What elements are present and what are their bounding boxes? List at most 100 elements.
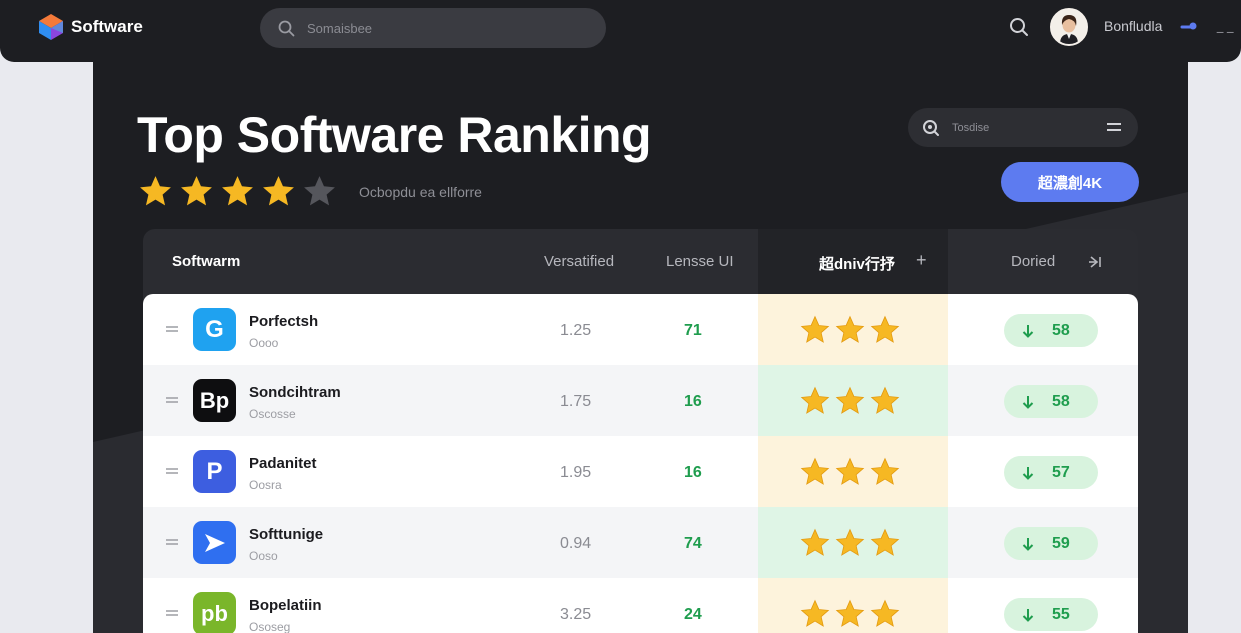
- table-row[interactable]: Softtunige Ooso 0.94 74 59: [143, 507, 1138, 578]
- downloads-badge[interactable]: 58: [1004, 385, 1098, 418]
- add-column-icon[interactable]: +: [916, 250, 927, 271]
- downloads-badge[interactable]: 57: [1004, 456, 1098, 489]
- drag-handle-icon[interactable]: [165, 536, 179, 548]
- p-app-icon[interactable]: P: [193, 450, 236, 493]
- page-subtitle: Ocbopdu ea ellforre: [359, 184, 482, 200]
- app-icon-glyph: pb: [201, 600, 228, 626]
- arrow-down-icon: [1022, 608, 1034, 622]
- header-rating[interactable]: 超dniv行抒: [819, 253, 895, 274]
- filter-search-box[interactable]: Tosdise: [908, 108, 1138, 147]
- license-score: 16: [684, 464, 702, 481]
- software-name[interactable]: Padanitet: [249, 455, 317, 472]
- version-value: 1.95: [560, 464, 592, 481]
- star-icon: [800, 386, 830, 414]
- play-glyph-icon: [204, 533, 225, 552]
- search-icon: [278, 20, 295, 36]
- software-vendor: Ooso: [249, 549, 278, 563]
- software-name[interactable]: Bopelatiin: [249, 597, 322, 614]
- menu-icon[interactable]: [1106, 121, 1122, 133]
- bp-app-icon[interactable]: Bp: [193, 379, 236, 422]
- sort-arrow-icon[interactable]: [1088, 254, 1104, 270]
- drag-handle-icon[interactable]: [165, 323, 179, 335]
- version-value: 1.25: [560, 322, 592, 339]
- software-vendor: Ososeg: [249, 620, 291, 633]
- star-icon: [870, 386, 900, 414]
- blue-g-app-icon[interactable]: G: [193, 308, 236, 351]
- software-name[interactable]: Porfectsh: [249, 313, 318, 330]
- star-icon: [835, 528, 865, 556]
- search-icon: [923, 119, 939, 136]
- drag-handle-icon[interactable]: [165, 394, 179, 406]
- software-vendor: Oooo: [249, 336, 279, 350]
- downloads-badge[interactable]: 59: [1004, 527, 1098, 560]
- page-title: Top Software Ranking: [137, 107, 652, 163]
- star-icon: [870, 599, 900, 627]
- row-rating-stars: [799, 314, 901, 346]
- app-icon-glyph: P: [206, 457, 223, 485]
- ranking-table: Softwarm Versatified Lensse UI 超dniv行抒 +…: [143, 229, 1138, 633]
- search-input[interactable]: [307, 20, 587, 36]
- downloads-badge[interactable]: 55: [1004, 598, 1098, 631]
- downloads-value: 58: [1052, 392, 1070, 410]
- toggle-icon[interactable]: [1180, 20, 1200, 34]
- table-row[interactable]: P Padanitet Oosra 1.95 16 57: [143, 436, 1138, 507]
- table-row[interactable]: pb Bopelatiin Ososeg 3.25 24 55: [143, 578, 1138, 633]
- star-icon: [835, 386, 865, 414]
- star-icon: [800, 528, 830, 556]
- downloads-value: 59: [1052, 534, 1070, 552]
- app-title: Software: [71, 17, 143, 36]
- header-downloads[interactable]: Doried: [1011, 253, 1055, 270]
- drag-handle-icon[interactable]: [165, 607, 179, 619]
- software-name[interactable]: Sondcihtram: [249, 384, 341, 401]
- star-icon: [263, 176, 294, 206]
- row-rating-stars: [799, 598, 901, 630]
- header-software[interactable]: Softwarm: [172, 253, 240, 270]
- downloads-value: 57: [1052, 463, 1070, 481]
- downloads-badge[interactable]: 58: [1004, 314, 1098, 347]
- star-icon: [870, 315, 900, 343]
- header-version[interactable]: Versatified: [544, 253, 614, 270]
- play-app-icon[interactable]: [193, 521, 236, 564]
- star-icon: [870, 528, 900, 556]
- pb-app-icon[interactable]: pb: [193, 592, 236, 633]
- row-rating-stars: [799, 385, 901, 417]
- license-score: 71: [684, 322, 702, 339]
- software-name[interactable]: Softtunige: [249, 526, 323, 543]
- star-icon: [835, 599, 865, 627]
- filter-label: Tosdise: [952, 121, 990, 134]
- software-vendor: Oscosse: [249, 407, 296, 421]
- row-rating-stars: [799, 456, 901, 488]
- row-rating-stars: [799, 527, 901, 559]
- version-value: 1.75: [560, 393, 592, 410]
- header-license[interactable]: Lensse UI: [666, 253, 734, 270]
- arrow-down-icon: [1022, 324, 1034, 338]
- table-row[interactable]: G Porfectsh Oooo 1.25 71 58: [143, 294, 1138, 365]
- top-navigation-bar: Software Bonfludla −−: [0, 0, 1241, 62]
- search-icon[interactable]: [1008, 16, 1030, 38]
- user-avatar[interactable]: [1050, 8, 1088, 46]
- overall-rating-stars: [137, 173, 338, 210]
- star-icon: [222, 176, 253, 206]
- star-icon: [835, 457, 865, 485]
- arrow-down-icon: [1022, 395, 1034, 409]
- ranking-panel: Top Software Ranking Ocbopdu ea ellforre…: [93, 62, 1188, 633]
- arrow-down-icon: [1022, 466, 1034, 480]
- star-icon: [181, 176, 212, 206]
- table-header: Softwarm Versatified Lensse UI 超dniv行抒 +…: [143, 229, 1138, 294]
- star-icon: [870, 457, 900, 485]
- license-score: 74: [684, 535, 702, 552]
- drag-handle-icon[interactable]: [165, 465, 179, 477]
- avatar-portrait-icon: [1052, 10, 1086, 44]
- more-options-icon[interactable]: −−: [1216, 24, 1236, 40]
- user-name[interactable]: Bonfludla: [1104, 18, 1162, 34]
- cube-logo-icon: [39, 14, 63, 40]
- primary-action-button[interactable]: 超濃創4K: [1001, 162, 1139, 202]
- version-value: 0.94: [560, 535, 592, 552]
- global-search-bar[interactable]: [260, 8, 606, 48]
- table-row[interactable]: Bp Sondcihtram Oscosse 1.75 16 58: [143, 365, 1138, 436]
- star-icon: [835, 315, 865, 343]
- license-score: 16: [684, 393, 702, 410]
- app-logo[interactable]: Software: [38, 13, 143, 41]
- star-icon: [800, 315, 830, 343]
- app-icon-glyph: Bp: [199, 387, 230, 413]
